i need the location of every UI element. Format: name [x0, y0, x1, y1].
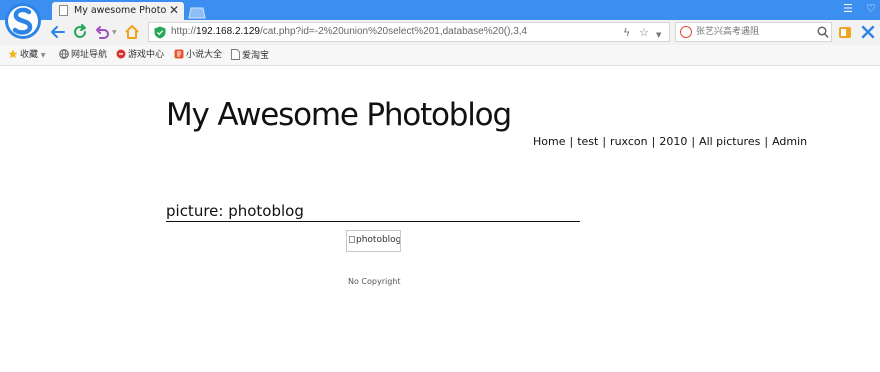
search-input[interactable]	[696, 25, 806, 39]
bookmark-favorites[interactable]: 收藏 ▼	[8, 49, 46, 62]
search-engine-icon[interactable]	[680, 26, 692, 38]
browser-logo-icon[interactable]	[2, 1, 46, 43]
image-alt-text: photoblog	[356, 235, 401, 245]
section-title: picture: photoblog	[166, 202, 580, 222]
globe-icon	[59, 49, 69, 64]
nav-link-ruxcon[interactable]: ruxcon	[610, 135, 648, 148]
undo-close-icon[interactable]	[94, 24, 110, 40]
nav-link-all-pictures[interactable]: All pictures	[699, 135, 760, 148]
tab-title: My awesome Photoblog	[74, 5, 166, 16]
tools-icon[interactable]	[861, 24, 875, 39]
undo-dropdown-icon[interactable]: ▼	[112, 30, 117, 36]
nav-link-2010[interactable]: 2010	[659, 135, 687, 148]
nav-link-admin[interactable]: Admin	[772, 135, 807, 148]
page-content: My Awesome Photoblog Home | test | ruxcon | 20…	[0, 66, 880, 372]
book-icon	[174, 49, 184, 64]
page-icon	[231, 49, 240, 65]
refresh-icon[interactable]	[72, 24, 88, 40]
security-shield-icon	[154, 26, 166, 39]
browser-titlebar: My awesome Photoblog ✕ ☰ ♡	[0, 0, 880, 20]
search-icon[interactable]	[817, 26, 829, 39]
new-tab-icon[interactable]	[188, 4, 206, 19]
nav-link-test[interactable]: test	[577, 135, 598, 148]
home-icon[interactable]	[124, 24, 140, 40]
broken-image-icon	[349, 236, 355, 243]
site-nav: Home | test | ruxcon | 2010 | All pictures | Admin	[533, 135, 808, 148]
browser-tab[interactable]: My awesome Photoblog ✕	[52, 2, 184, 20]
menu-icon[interactable]: ☰	[843, 3, 853, 15]
bookmark-games[interactable]: 游戏中心	[116, 49, 164, 62]
bookmarks-bar: 收藏 ▼ 网址导航 游戏中心 小说大全 爱淘宝	[0, 45, 880, 66]
bookmark-nav[interactable]: 网址导航	[59, 49, 107, 62]
addr-dropdown-icon[interactable]: ▼	[656, 29, 661, 42]
nav-link-home[interactable]: Home	[533, 135, 565, 148]
game-icon	[116, 49, 126, 64]
lightning-icon[interactable]: ϟ	[623, 26, 630, 39]
back-icon[interactable]	[50, 24, 66, 40]
browser-toolbar: ▼ http://192.168.2.129/cat.php?id=-2%20u…	[0, 20, 880, 45]
tab-close-icon[interactable]: ✕	[169, 3, 179, 17]
broken-image: photoblog	[346, 230, 401, 252]
page-icon	[59, 5, 68, 16]
bookmark-taobao[interactable]: 爱淘宝	[231, 49, 269, 62]
search-box[interactable]	[675, 22, 832, 42]
bookmark-star-icon[interactable]: ☆	[639, 26, 649, 39]
skin-icon[interactable]: ♡	[866, 3, 876, 15]
footer-copyright: No Copyright	[348, 277, 401, 286]
favorites-dropdown-icon[interactable]: ▼	[41, 52, 46, 59]
star-icon	[8, 49, 18, 64]
url-text: http://192.168.2.129/cat.php?id=-2%20uni…	[171, 26, 528, 37]
extension-icon[interactable]	[838, 24, 852, 38]
site-title: My Awesome Photoblog	[166, 97, 512, 133]
bookmark-novels[interactable]: 小说大全	[174, 49, 222, 62]
address-bar[interactable]: http://192.168.2.129/cat.php?id=-2%20uni…	[148, 22, 670, 42]
